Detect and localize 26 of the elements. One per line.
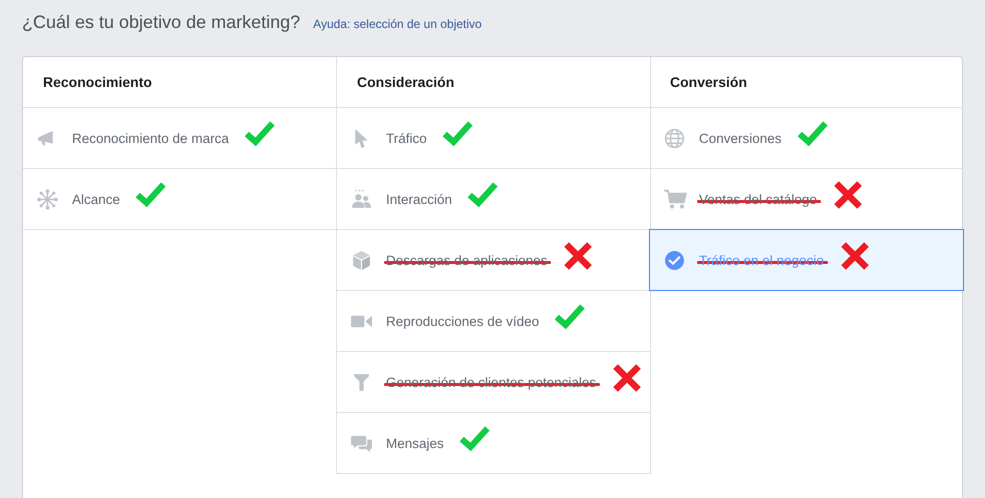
cart-icon	[664, 188, 688, 210]
network-icon	[37, 188, 58, 210]
cube-icon	[351, 250, 372, 270]
column-header: Reconocimiento	[23, 57, 337, 108]
objective-label: Alcance	[72, 192, 120, 206]
objective-label: Interacción	[386, 192, 452, 206]
objective-option[interactable]: Reproducciones de vídeo	[336, 291, 651, 352]
objective-option[interactable]: Tráfico	[336, 108, 651, 169]
objective-label: Mensajes	[386, 436, 444, 450]
check-circle-icon	[664, 250, 685, 270]
column-header: Consideración	[336, 57, 651, 108]
help-link[interactable]: Ayuda: selección de un objetivo	[313, 17, 482, 31]
people-icon	[351, 188, 372, 210]
objective-label: Reconocimiento de marca	[72, 130, 229, 146]
objective-option[interactable]: Conversiones	[650, 108, 964, 169]
objective-option[interactable]: Alcance	[23, 169, 337, 230]
objective-option[interactable]: Mensajes	[336, 413, 651, 474]
objective-label: Conversiones	[699, 130, 782, 146]
column-header: Conversión	[650, 57, 964, 108]
objective-option[interactable]: Reconocimiento de marca	[23, 108, 337, 169]
objective-label: Tráfico	[386, 130, 427, 146]
globe-icon	[664, 128, 685, 148]
funnel-icon	[351, 372, 372, 392]
page-heading: ¿Cuál es tu objetivo de marketing?	[22, 12, 300, 33]
objective-option[interactable]: Interacción	[336, 169, 651, 230]
objective-label: Reproducciones de vídeo	[386, 314, 540, 328]
